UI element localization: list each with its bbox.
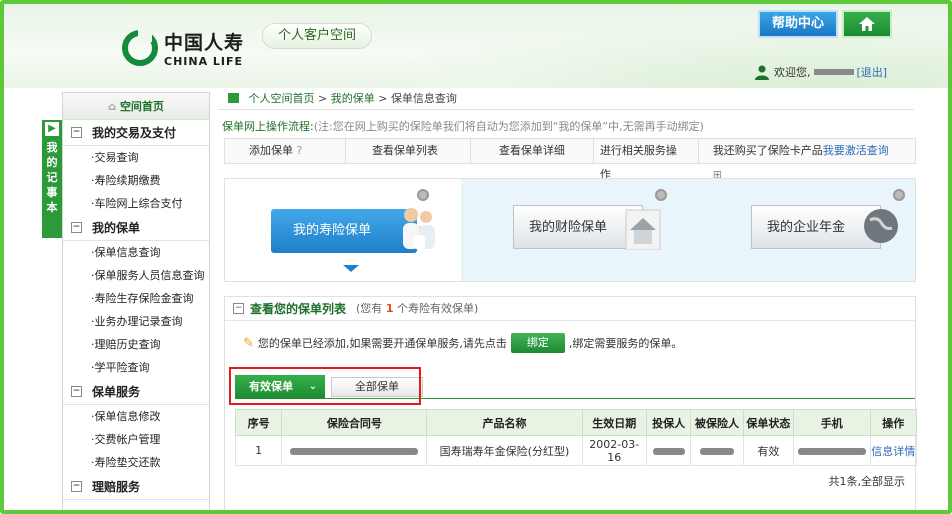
sidebar-item[interactable]: ·保单信息查询 xyxy=(63,241,209,264)
logo-english: CHINA LIFE xyxy=(164,55,244,68)
help-icon[interactable]: ? xyxy=(297,144,303,157)
annuity-button[interactable]: 我的企业年金 xyxy=(751,205,898,249)
logo-mark-icon xyxy=(122,30,158,66)
breadcrumb: 个人空间首页 > 我的保单 > 保单信息查询 xyxy=(218,90,914,110)
user-icon xyxy=(755,65,769,80)
step-view-list: 查看保单列表 xyxy=(346,139,471,163)
col-contract: 保险合同号 xyxy=(281,409,428,436)
user-name-redacted xyxy=(813,69,854,75)
process-steps: 添加保单 ? 查看保单列表 查看保单详细 进行相关服务操作 我还购买了保险卡产品… xyxy=(224,138,916,181)
detail-link[interactable]: 信息详情 xyxy=(871,445,915,458)
table-header-row: 序号 保险合同号 产品名称 生效日期 投保人 被保险人 保单状态 手机 操作 xyxy=(234,409,918,436)
sidebar-group-services[interactable]: − 保单服务 xyxy=(63,379,209,405)
highlight-box xyxy=(229,367,421,405)
home-button[interactable] xyxy=(842,10,892,38)
col-action: 操作 xyxy=(869,409,918,436)
bind-button[interactable]: 绑定 xyxy=(510,333,565,353)
activate-query-link[interactable]: 我要激活查询 xyxy=(823,144,889,157)
sidebar-item[interactable]: ·交费帐户管理 xyxy=(63,428,209,451)
col-no: 序号 xyxy=(234,409,283,436)
bind-notice: ✎ 您的保单已经添加,如果需要开通保单服务,请先点击 绑定 ,绑定需要服务的保单… xyxy=(243,333,682,353)
card-product-hint: 我还购买了保险卡产品我要激活查询 ⊞ xyxy=(712,144,889,181)
sidebar-item[interactable]: ·车险网上综合支付 xyxy=(63,192,209,215)
sidebar-item[interactable]: ·保单服务人员信息查询 xyxy=(63,264,209,287)
col-applicant: 投保人 xyxy=(645,409,692,436)
life-policy-button[interactable]: 我的寿险保单 xyxy=(271,208,435,253)
globe-icon xyxy=(864,209,898,243)
welcome-text: 欢迎您, xyxy=(774,66,811,79)
operation-flow: 保单网上操作流程:(注:您在网上购买的保险单我们将自动为您添加到“我的保单”中,… xyxy=(222,120,704,133)
portal-title: 个人客户空间 xyxy=(262,23,372,49)
policy-list-header: − 查看您的保单列表 (您有 1 个寿险有效保单) xyxy=(225,297,915,321)
product-selector: 我的寿险保单 我的财险保单 我的企业年金 xyxy=(224,178,916,282)
insured-redacted xyxy=(699,447,734,455)
logo-chinese: 中国人寿 xyxy=(164,32,245,54)
applicant-redacted xyxy=(652,447,685,455)
window-frame: 中国人寿 CHINA LIFE 个人客户空间 帮助中心 欢迎您, [退出] ▶ … xyxy=(0,0,952,514)
step-add-policy: 添加保单 ? xyxy=(225,139,346,163)
breadcrumb-current: 保单信息查询 xyxy=(390,92,457,105)
collapse-icon: − xyxy=(71,481,82,492)
sidebar-item[interactable]: ·学平险查询 xyxy=(63,356,209,379)
sidebar-group-claims[interactable]: − 理赔服务 xyxy=(63,474,209,500)
sidebar-group-policies[interactable]: − 我的保单 xyxy=(63,215,209,241)
col-insured: 被保险人 xyxy=(690,409,744,436)
property-policy-button[interactable]: 我的财险保单 xyxy=(513,205,661,250)
sidebar: ⌂ 空间首页 − 我的交易及支付 ·交易查询 ·寿险续期缴费 ·车险网上综合支付 −… xyxy=(62,92,210,510)
china-life-logo[interactable]: 中国人寿 CHINA LIFE xyxy=(122,28,244,68)
contract-no-redacted xyxy=(290,447,419,455)
col-product: 产品名称 xyxy=(426,409,583,436)
family-photo-icon xyxy=(403,208,435,249)
expand-arrow-icon: ▶ xyxy=(45,122,59,136)
sidebar-item[interactable]: ·保单信息修改 xyxy=(63,405,209,428)
header: 中国人寿 CHINA LIFE 个人客户空间 帮助中心 欢迎您, [退出] xyxy=(4,4,948,88)
policy-count: 1 xyxy=(385,301,394,315)
help-center-button[interactable]: 帮助中心 xyxy=(758,10,838,38)
sidebar-item[interactable]: ·业务办理记录查询 xyxy=(63,310,209,333)
notebook-side-tab[interactable]: ▶ 我 的 记 事 本 xyxy=(42,120,62,238)
col-date: 生效日期 xyxy=(581,409,647,436)
sidebar-item[interactable]: ·寿险垫交还款 xyxy=(63,451,209,474)
step-view-detail: 查看保单详细 xyxy=(471,139,594,163)
settings-gear-icon[interactable] xyxy=(417,189,429,201)
policy-table: 序号 保险合同号 产品名称 生效日期 投保人 被保险人 保单状态 手机 操作 1 xyxy=(234,409,918,466)
table-row: 1 国寿瑞寿年金保险(分红型) 2002-03-16 有效 信息详情 xyxy=(234,435,918,466)
selected-indicator-icon xyxy=(343,265,359,272)
step-service: 进行相关服务操作 xyxy=(594,139,699,181)
sidebar-item[interactable]: ·寿险生存保险金查询 xyxy=(63,287,209,310)
breadcrumb-home[interactable]: 个人空间首页 xyxy=(249,92,315,105)
welcome-bar: 欢迎您, [退出] xyxy=(754,64,887,80)
logout-link[interactable]: [退出] xyxy=(857,64,888,80)
sidebar-item[interactable]: ·交易查询 xyxy=(63,146,209,169)
sidebar-group-transactions[interactable]: − 我的交易及支付 xyxy=(63,120,209,146)
collapse-icon: − xyxy=(71,127,82,138)
collapse-icon: − xyxy=(71,386,82,397)
collapse-icon[interactable]: − xyxy=(233,303,244,314)
house-icon: ⌂ xyxy=(108,100,116,113)
sidebar-item[interactable]: ·理赔历史查询 xyxy=(63,333,209,356)
phone-redacted xyxy=(797,447,866,455)
sidebar-home[interactable]: ⌂ 空间首页 xyxy=(63,93,209,120)
collapse-icon: − xyxy=(71,222,82,233)
col-status: 保单状态 xyxy=(742,409,795,436)
main-content: 个人空间首页 > 我的保单 > 保单信息查询 保单网上操作流程:(注:您在网上购… xyxy=(218,88,918,510)
house-photo-icon xyxy=(625,209,661,250)
sidebar-item[interactable]: ·寿险续期缴费 xyxy=(63,169,209,192)
policy-list-panel: − 查看您的保单列表 (您有 1 个寿险有效保单) ✎ 您的保单已经添加,如果需… xyxy=(224,296,918,510)
pencil-icon: ✎ xyxy=(243,335,254,351)
total-count: 共1条,全部显示 xyxy=(828,475,906,488)
home-icon xyxy=(859,17,875,31)
breadcrumb-section[interactable]: 我的保单 xyxy=(331,92,375,105)
col-phone: 手机 xyxy=(793,409,871,436)
breadcrumb-icon xyxy=(228,93,239,103)
